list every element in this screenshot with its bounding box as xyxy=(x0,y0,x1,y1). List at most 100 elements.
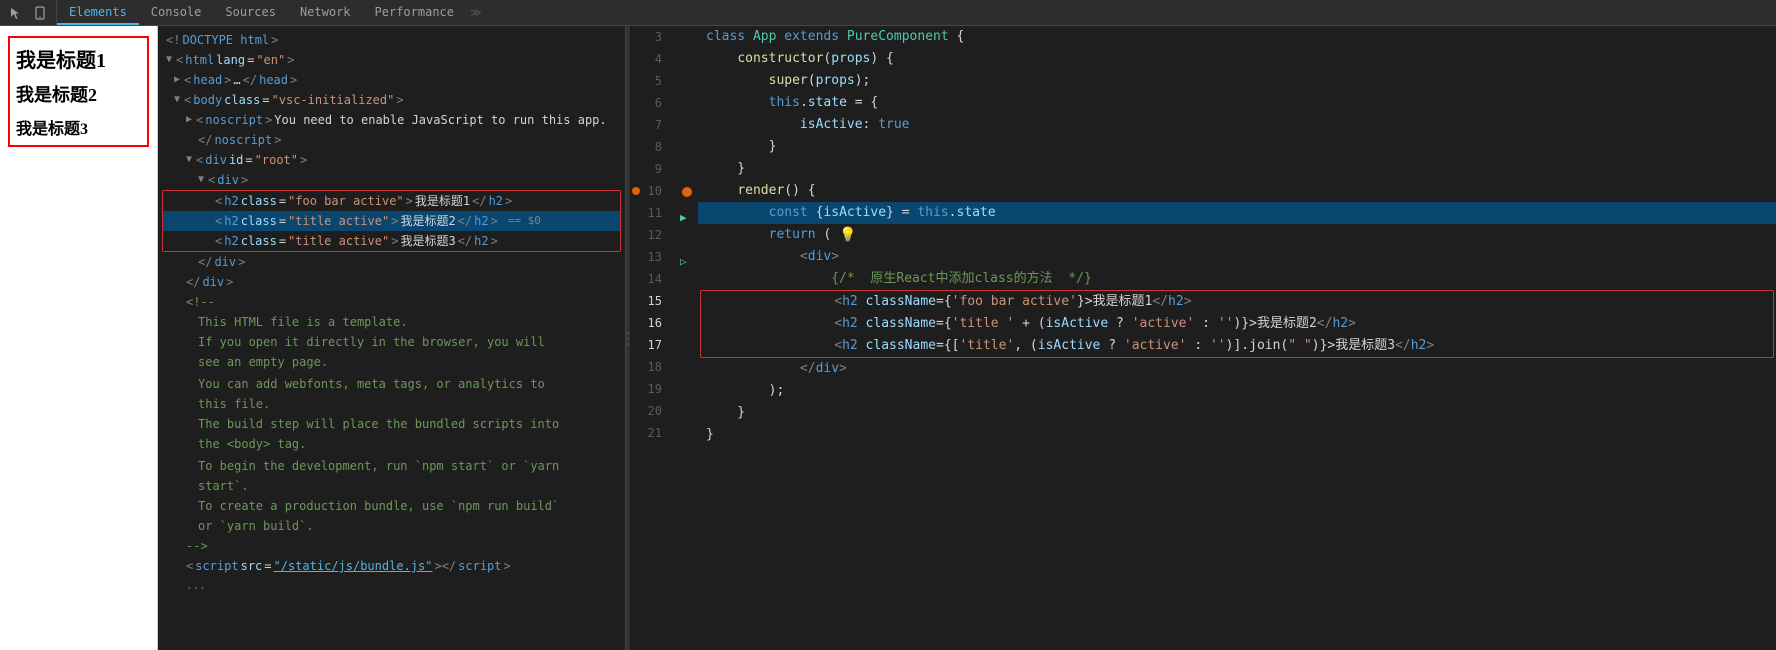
code-line-10: render() { xyxy=(698,180,1776,202)
dom-line-comment-3: see an empty page. xyxy=(158,352,625,372)
expand-triangle-noscript[interactable]: ▶ xyxy=(186,111,192,129)
browser-preview: 我是标题1 我是标题2 我是标题3 xyxy=(0,26,158,650)
dom-line-comment-12: To create a production bundle, use `npm … xyxy=(158,496,625,516)
code-highlight-box: <h2 className={'foo bar active'}>我是标题1</… xyxy=(700,290,1774,358)
lightbulb-icon[interactable]: 💡 xyxy=(839,224,856,246)
line-num-9: 9 xyxy=(630,158,670,180)
line-num-18: 18 xyxy=(630,356,670,378)
dom-line-head[interactable]: ▶ <head> … </head> xyxy=(158,70,625,90)
line-num-5: 5 xyxy=(630,70,670,92)
gutter: ▶ ▷ xyxy=(678,26,698,650)
equals-zero: == $0 xyxy=(508,212,541,230)
tab-network[interactable]: Network xyxy=(288,0,363,25)
preview-title-1: 我是标题1 xyxy=(16,44,141,73)
code-line-11: const {isActive} = this.state xyxy=(698,202,1776,224)
code-line-9: } xyxy=(698,158,1776,180)
line-num-21: 21 xyxy=(630,422,670,444)
dom-line-comment-5: You can add webfonts, meta tags, or anal… xyxy=(158,374,625,394)
dom-line-comment-2: If you open it directly in the browser, … xyxy=(158,332,625,352)
line-num-19: 19 xyxy=(630,378,670,400)
tab-console[interactable]: Console xyxy=(139,0,214,25)
pause-arrow-11: ▶ xyxy=(680,207,687,229)
dom-line-h2-1[interactable]: <h2 class="foo bar active" >我是标题1</h2> xyxy=(163,191,620,211)
code-line-18: </div> xyxy=(698,358,1776,380)
dom-line-comment-1: This HTML file is a template. xyxy=(158,312,625,332)
code-line-6: this.state = { xyxy=(698,92,1776,114)
dom-line-script2[interactable]: ... xyxy=(158,576,625,596)
mobile-icon[interactable] xyxy=(30,3,50,23)
main-content: 我是标题1 我是标题2 我是标题3 <!DOCTYPE html> ▼ <htm… xyxy=(0,26,1776,650)
line-num-13: 13 xyxy=(630,246,670,268)
dom-line-comment-13: or `yarn build`. xyxy=(158,516,625,536)
expand-triangle-root[interactable]: ▼ xyxy=(186,151,192,169)
dom-line-doctype[interactable]: <!DOCTYPE html> xyxy=(158,30,625,50)
pause-arrow-13: ▷ xyxy=(680,251,687,273)
preview-border: 我是标题1 我是标题2 我是标题3 xyxy=(8,36,149,147)
code-line-7: isActive: true xyxy=(698,114,1776,136)
devtools-tabbar: Elements Console Sources Network Perform… xyxy=(0,0,1776,26)
dom-line-comment-8: the <body> tag. xyxy=(158,434,625,454)
line-num-20: 20 xyxy=(630,400,670,422)
dom-line-h2-3[interactable]: <h2 class="title active" >我是标题3</h2> xyxy=(163,231,620,251)
code-line-3: class App extends PureComponent { xyxy=(698,26,1776,48)
cursor-icon[interactable] xyxy=(6,3,26,23)
preview-title-2: 我是标题2 xyxy=(16,81,141,107)
dom-line-comment-start[interactable]: <!-- xyxy=(158,292,625,312)
dom-line-html[interactable]: ▼ <html lang="en" > xyxy=(158,50,625,70)
devtools-icon-group xyxy=(0,0,57,25)
dom-line-h2-2[interactable]: <h2 class="title active" >我是标题2</h2> == … xyxy=(163,211,620,231)
line-num-15: 15 xyxy=(630,290,670,312)
tab-performance[interactable]: Performance xyxy=(363,0,466,25)
dom-highlighted-group: <h2 class="foo bar active" >我是标题1</h2> <… xyxy=(162,190,621,252)
dom-line-div-close[interactable]: </div> xyxy=(158,252,625,272)
dom-line-comment-end[interactable]: --> xyxy=(158,536,625,556)
expand-triangle-inner[interactable]: ▼ xyxy=(198,171,204,189)
code-line-21: } xyxy=(698,424,1776,446)
tab-elements[interactable]: Elements xyxy=(57,0,139,25)
more-tabs-icon[interactable]: ≫ xyxy=(466,6,486,19)
line-num-3: 3 xyxy=(630,26,670,48)
code-line-8: } xyxy=(698,136,1776,158)
line-num-11: 11 xyxy=(630,202,670,224)
code-editor[interactable]: 3 4 5 6 7 8 9 10 11 12 13 14 15 16 17 18… xyxy=(630,26,1776,650)
dom-line-body[interactable]: ▼ <body class="vsc-initialized" > xyxy=(158,90,625,110)
line-num-10: 10 xyxy=(630,180,670,202)
dom-line-comment-10: To begin the development, run `npm start… xyxy=(158,456,625,476)
tab-sources[interactable]: Sources xyxy=(213,0,288,25)
code-line-17: <h2 className={['title', (isActive ? 'ac… xyxy=(701,335,1773,357)
dom-line-div-close2[interactable]: </div> xyxy=(158,272,625,292)
code-line-20: } xyxy=(698,402,1776,424)
expand-triangle-body[interactable]: ▼ xyxy=(174,91,180,109)
code-line-19: ); xyxy=(698,380,1776,402)
code-line-15: <h2 className={'foo bar active'}>我是标题1</… xyxy=(701,291,1773,313)
line-num-17: 17 xyxy=(630,334,670,356)
dom-line-div-root[interactable]: ▼ <div id="root" > xyxy=(158,150,625,170)
dom-inspector[interactable]: <!DOCTYPE html> ▼ <html lang="en" > ▶ <h… xyxy=(158,26,626,650)
dom-line-script[interactable]: <script src="/static/js/bundle.js" ></sc… xyxy=(158,556,625,576)
code-line-14: {/* 原生React中添加class的方法 */} xyxy=(698,268,1776,290)
code-content[interactable]: class App extends PureComponent { constr… xyxy=(698,26,1776,650)
code-line-4: constructor(props) { xyxy=(698,48,1776,70)
dom-line-div-inner[interactable]: ▼ <div> xyxy=(158,170,625,190)
line-num-16: 16 xyxy=(630,312,670,334)
dom-line-comment-6: this file. xyxy=(158,394,625,414)
line-num-12: 12 xyxy=(630,224,670,246)
dom-line-noscript-close[interactable]: </noscript> xyxy=(158,130,625,150)
dom-line-noscript[interactable]: ▶ <noscript> You need to enable JavaScri… xyxy=(158,110,625,130)
line-num-4: 4 xyxy=(630,48,670,70)
dom-line-comment-7: The build step will place the bundled sc… xyxy=(158,414,625,434)
expand-triangle-head[interactable]: ▶ xyxy=(174,71,180,89)
line-num-7: 7 xyxy=(630,114,670,136)
breakpoint-10 xyxy=(682,187,692,197)
expand-triangle[interactable]: ▼ xyxy=(166,51,172,69)
line-num-8: 8 xyxy=(630,136,670,158)
code-line-12: return ( 💡 xyxy=(698,224,1776,246)
code-line-13: <div> xyxy=(698,246,1776,268)
line-num-6: 6 xyxy=(630,92,670,114)
line-num-14: 14 xyxy=(630,268,670,290)
line-numbers: 3 4 5 6 7 8 9 10 11 12 13 14 15 16 17 18… xyxy=(630,26,678,650)
code-line-5: super(props); xyxy=(698,70,1776,92)
code-line-16: <h2 className={'title ' + (isActive ? 'a… xyxy=(701,313,1773,335)
dom-line-comment-11: start`. xyxy=(158,476,625,496)
preview-title-3: 我是标题3 xyxy=(16,115,141,139)
